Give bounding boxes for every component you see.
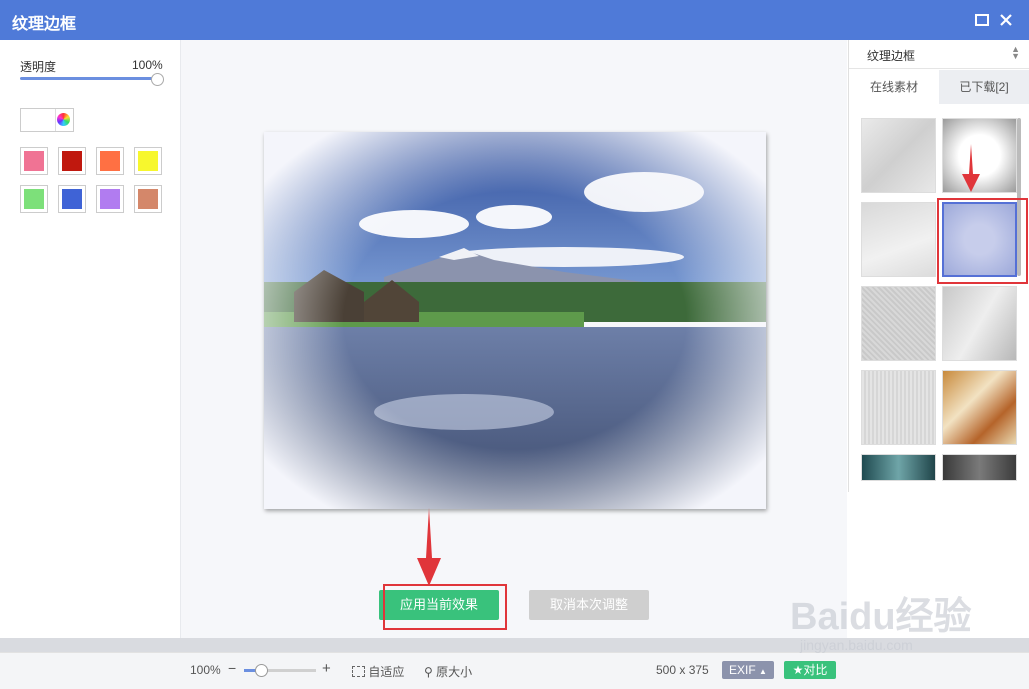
zoom-out-button[interactable]: − <box>228 660 236 676</box>
preview-area: 应用当前效果 取消本次调整 <box>181 40 847 638</box>
texture-thumbnail[interactable] <box>861 286 936 361</box>
compare-icon: ★ <box>792 663 804 677</box>
annotation-box-thumbnail <box>937 198 1028 284</box>
exif-button[interactable]: EXIF ▲ <box>722 661 774 679</box>
dropdown-arrows-icon: ▲ ▼ <box>1011 44 1020 61</box>
swatch-fill <box>62 189 82 209</box>
swatch-fill <box>62 151 82 171</box>
settings-panel: 透明度 100% <box>0 40 181 638</box>
color-swatch-pink[interactable] <box>20 147 48 175</box>
zoom-slider-handle[interactable] <box>255 664 268 677</box>
category-dropdown[interactable]: 纹理边框 ▲ ▼ <box>849 40 1029 69</box>
annotation-box-apply <box>383 584 507 630</box>
maximize-icon[interactable] <box>972 10 992 30</box>
color-picker-divider <box>55 109 56 131</box>
close-icon[interactable] <box>996 10 1016 30</box>
opacity-slider[interactable] <box>20 77 158 80</box>
color-swatch-orange[interactable] <box>96 147 124 175</box>
zoom-in-button[interactable]: + <box>322 660 331 677</box>
texture-thumbnail[interactable] <box>861 202 936 277</box>
color-swatch-green[interactable] <box>20 185 48 213</box>
annotation-arrow-down <box>417 508 441 586</box>
title-bar: 纹理边框 <box>0 0 1029 40</box>
exif-label: EXIF <box>729 663 756 677</box>
color-picker[interactable] <box>20 108 74 132</box>
color-wheel-icon[interactable] <box>57 113 70 126</box>
watermark-logo-text: Baidu经验 <box>790 596 972 638</box>
texture-thumbnail[interactable] <box>942 454 1017 481</box>
watermark-url: jingyan.baidu.com <box>800 637 913 653</box>
fit-to-window-button[interactable]: 自适应 <box>352 663 404 680</box>
opacity-slider-handle[interactable] <box>151 73 164 86</box>
swatch-fill <box>100 151 120 171</box>
actual-size-button[interactable]: ⚲ 原大小 <box>424 663 472 680</box>
preview-image <box>264 132 766 509</box>
color-swatch-purple[interactable] <box>96 185 124 213</box>
actual-size-label: 原大小 <box>436 665 473 679</box>
compare-label: 对比 <box>803 663 828 677</box>
texture-thumbnail[interactable] <box>942 370 1017 445</box>
swatch-fill <box>138 189 158 209</box>
color-swatch-tan[interactable] <box>134 185 162 213</box>
tab-online-materials[interactable]: 在线素材 <box>849 70 939 104</box>
opacity-value: 100% <box>132 58 163 72</box>
image-dimensions: 500 x 375 <box>656 663 709 677</box>
swatch-fill <box>138 151 158 171</box>
annotation-arrow-down <box>962 144 980 192</box>
color-swatch-blue[interactable] <box>58 185 86 213</box>
texture-thumbnail[interactable] <box>942 286 1017 361</box>
opacity-label: 透明度 <box>20 60 57 74</box>
fit-label: 自适应 <box>368 665 405 679</box>
color-swatch-yellow[interactable] <box>134 147 162 175</box>
baidu-watermark: Baidu经验 jingyan.baidu.com <box>790 575 1020 665</box>
fit-icon <box>352 666 365 677</box>
magnifier-icon: ⚲ <box>424 665 433 679</box>
category-dropdown-label: 纹理边框 <box>867 49 916 63</box>
texture-thumbnail[interactable] <box>861 454 936 481</box>
swatch-fill <box>24 151 44 171</box>
color-swatch-red[interactable] <box>58 147 86 175</box>
swatch-fill <box>24 189 44 209</box>
swatch-fill <box>100 189 120 209</box>
texture-thumbnail[interactable] <box>861 370 936 445</box>
tab-downloaded[interactable]: 已下载[2] <box>939 70 1029 104</box>
texture-thumbnail[interactable] <box>861 118 936 193</box>
zoom-level: 100% <box>190 663 221 677</box>
cancel-adjustment-button[interactable]: 取消本次调整 <box>529 590 649 620</box>
window-title: 纹理边框 <box>12 16 77 33</box>
texture-border-window: 纹理边框 透明度 100% 应用当前效果 取消本次调整 纹理边框 ▲ ▼ 在线素… <box>0 0 1029 689</box>
triangle-up-icon: ▲ <box>759 667 767 676</box>
